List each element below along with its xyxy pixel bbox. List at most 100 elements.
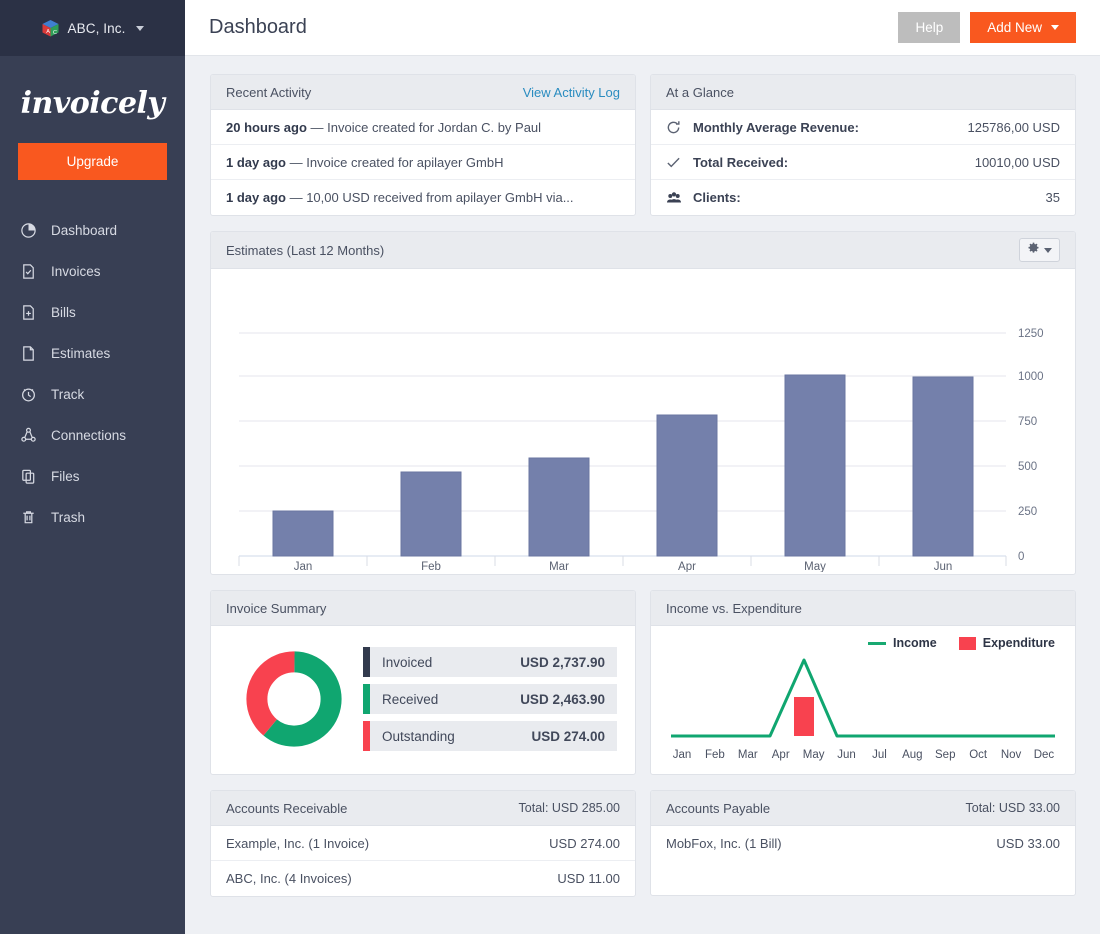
svg-text:A: A <box>46 29 50 35</box>
table-row: ABC, Inc. (4 Invoices) USD 11.00 <box>211 861 635 896</box>
page-title: Dashboard <box>209 16 307 39</box>
panel-title: At a Glance <box>666 85 734 100</box>
legend-item-expenditure: Expenditure <box>959 636 1055 650</box>
panel-title: Accounts Receivable <box>226 801 347 816</box>
month-label: Feb <box>700 749 730 761</box>
sidebar-item-dashboard[interactable]: Dashboard <box>0 210 185 251</box>
chart-settings-button[interactable] <box>1019 238 1060 262</box>
glance-value: 10010,00 USD <box>975 155 1060 170</box>
donut-chart <box>229 650 359 748</box>
legend-label: Expenditure <box>983 636 1055 650</box>
glance-item: Total Received: 10010,00 USD <box>651 145 1075 180</box>
org-switcher[interactable]: A C ABC, Inc. <box>0 0 185 56</box>
document-check-icon <box>19 263 37 281</box>
sidebar-item-invoices[interactable]: Invoices <box>0 251 185 292</box>
col-at-a-glance: At a Glance Monthly Average Revenue: 125… <box>650 74 1076 216</box>
glance-value: 125786,00 USD <box>967 120 1060 135</box>
activity-text: — Invoice created for apilayer GmbH <box>290 155 504 170</box>
month-label: Jun <box>832 749 862 761</box>
sidebar-item-trash[interactable]: Trash <box>0 497 185 538</box>
chevron-down-icon <box>136 26 144 31</box>
glance-label: Monthly Average Revenue: <box>693 120 859 135</box>
month-label: Nov <box>996 749 1026 761</box>
sidebar-item-label: Connections <box>51 428 126 443</box>
svg-text:Apr: Apr <box>678 561 696 572</box>
org-name: ABC, Inc. <box>68 21 126 36</box>
row-accounts: Accounts Receivable Total: USD 285.00 Ex… <box>210 790 1076 897</box>
activity-text: — Invoice created for Jordan C. by Paul <box>311 120 542 135</box>
legend-amount: USD 2,463.90 <box>520 684 617 714</box>
add-new-button[interactable]: Add New <box>970 12 1076 44</box>
cube-icon: A C <box>41 19 60 38</box>
sidebar-item-estimates[interactable]: Estimates <box>0 333 185 374</box>
help-button[interactable]: Help <box>898 12 960 44</box>
vendor-amount: USD 33.00 <box>996 836 1060 851</box>
sidebar-item-label: Files <box>51 469 80 484</box>
month-label: Apr <box>766 749 796 761</box>
col-estimates: Estimates (Last 12 Months) <box>210 231 1076 575</box>
svg-text:C: C <box>53 30 57 36</box>
month-label: Oct <box>963 749 993 761</box>
panel-header-right <box>1019 238 1060 262</box>
topbar-actions: Help Add New <box>898 12 1076 44</box>
panel-title: Estimates (Last 12 Months) <box>226 243 384 258</box>
at-a-glance-panel: At a Glance Monthly Average Revenue: 125… <box>650 74 1076 216</box>
glance-value: 35 <box>1046 190 1060 205</box>
panel-header: At a Glance <box>651 75 1075 110</box>
sidebar-item-label: Trash <box>51 510 85 525</box>
sidebar-nav: Dashboard Invoices Bills <box>0 210 185 538</box>
col-invoice-summary: Invoice Summary <box>210 590 636 775</box>
swatch-invoiced <box>363 647 370 677</box>
svg-text:1000: 1000 <box>1018 371 1044 383</box>
svg-text:1250: 1250 <box>1018 328 1044 340</box>
accounts-payable-panel: Accounts Payable Total: USD 33.00 MobFox… <box>650 790 1076 896</box>
activity-time: 1 day ago <box>226 155 286 170</box>
client-name: Example, Inc. (1 Invoice) <box>226 836 369 851</box>
legend-label: Income <box>893 636 937 650</box>
estimates-chart: 1250 1000 750 500 250 0 Jan <box>211 269 1075 574</box>
estimates-panel: Estimates (Last 12 Months) <box>210 231 1076 575</box>
panel-title: Recent Activity <box>226 85 311 100</box>
document-plus-icon <box>19 304 37 322</box>
sidebar-item-track[interactable]: Track <box>0 374 185 415</box>
income-month-labels: Jan Feb Mar Apr May Jun Jul Aug Sep Oct <box>665 746 1061 761</box>
income-expenditure-panel: Income vs. Expenditure Income Expe <box>650 590 1076 775</box>
panel-title: Income vs. Expenditure <box>666 601 802 616</box>
svg-text:Jan: Jan <box>294 561 313 572</box>
panel-header: Accounts Payable Total: USD 33.00 <box>651 791 1075 826</box>
svg-text:250: 250 <box>1018 506 1037 518</box>
income-line <box>671 660 1055 736</box>
income-chart-svg <box>665 652 1061 746</box>
activity-time: 1 day ago <box>226 190 286 205</box>
sidebar-item-label: Estimates <box>51 346 110 361</box>
gear-icon <box>1027 242 1040 258</box>
network-icon <box>19 427 37 445</box>
view-activity-log-link[interactable]: View Activity Log <box>523 85 620 100</box>
table-row: Example, Inc. (1 Invoice) USD 274.00 <box>211 826 635 861</box>
chevron-down-icon <box>1051 25 1059 30</box>
upgrade-button[interactable]: Upgrade <box>18 143 167 180</box>
vendor-name: MobFox, Inc. (1 Bill) <box>666 836 782 851</box>
legend-row-invoiced: Invoiced USD 2,737.90 <box>363 647 617 677</box>
swatch-outstanding <box>363 721 370 751</box>
activity-text: — 10,00 USD received from apilayer GmbH … <box>290 190 574 205</box>
copy-files-icon <box>19 468 37 486</box>
legend-item-income: Income <box>868 636 937 650</box>
app-root: A C ABC, Inc. invoicely Upgrade Dashboar… <box>0 0 1100 934</box>
chevron-down-icon <box>1044 248 1052 253</box>
month-label: Aug <box>897 749 927 761</box>
month-label: Jan <box>667 749 697 761</box>
row-estimates: Estimates (Last 12 Months) <box>210 231 1076 575</box>
svg-text:Mar: Mar <box>549 561 569 572</box>
sidebar-item-files[interactable]: Files <box>0 456 185 497</box>
month-label: Sep <box>930 749 960 761</box>
income-chart: Income Expenditure <box>651 626 1075 774</box>
col-accounts-receivable: Accounts Receivable Total: USD 285.00 Ex… <box>210 790 636 897</box>
sidebar-item-connections[interactable]: Connections <box>0 415 185 456</box>
sidebar-item-bills[interactable]: Bills <box>0 292 185 333</box>
legend-row-outstanding: Outstanding USD 274.00 <box>363 721 617 751</box>
legend-row-received: Received USD 2,463.90 <box>363 684 617 714</box>
glance-label: Total Received: <box>693 155 788 170</box>
invoice-summary-body: Invoiced USD 2,737.90 Received USD 2,463… <box>211 626 635 774</box>
panel-header-right: Total: USD 285.00 <box>519 801 620 815</box>
